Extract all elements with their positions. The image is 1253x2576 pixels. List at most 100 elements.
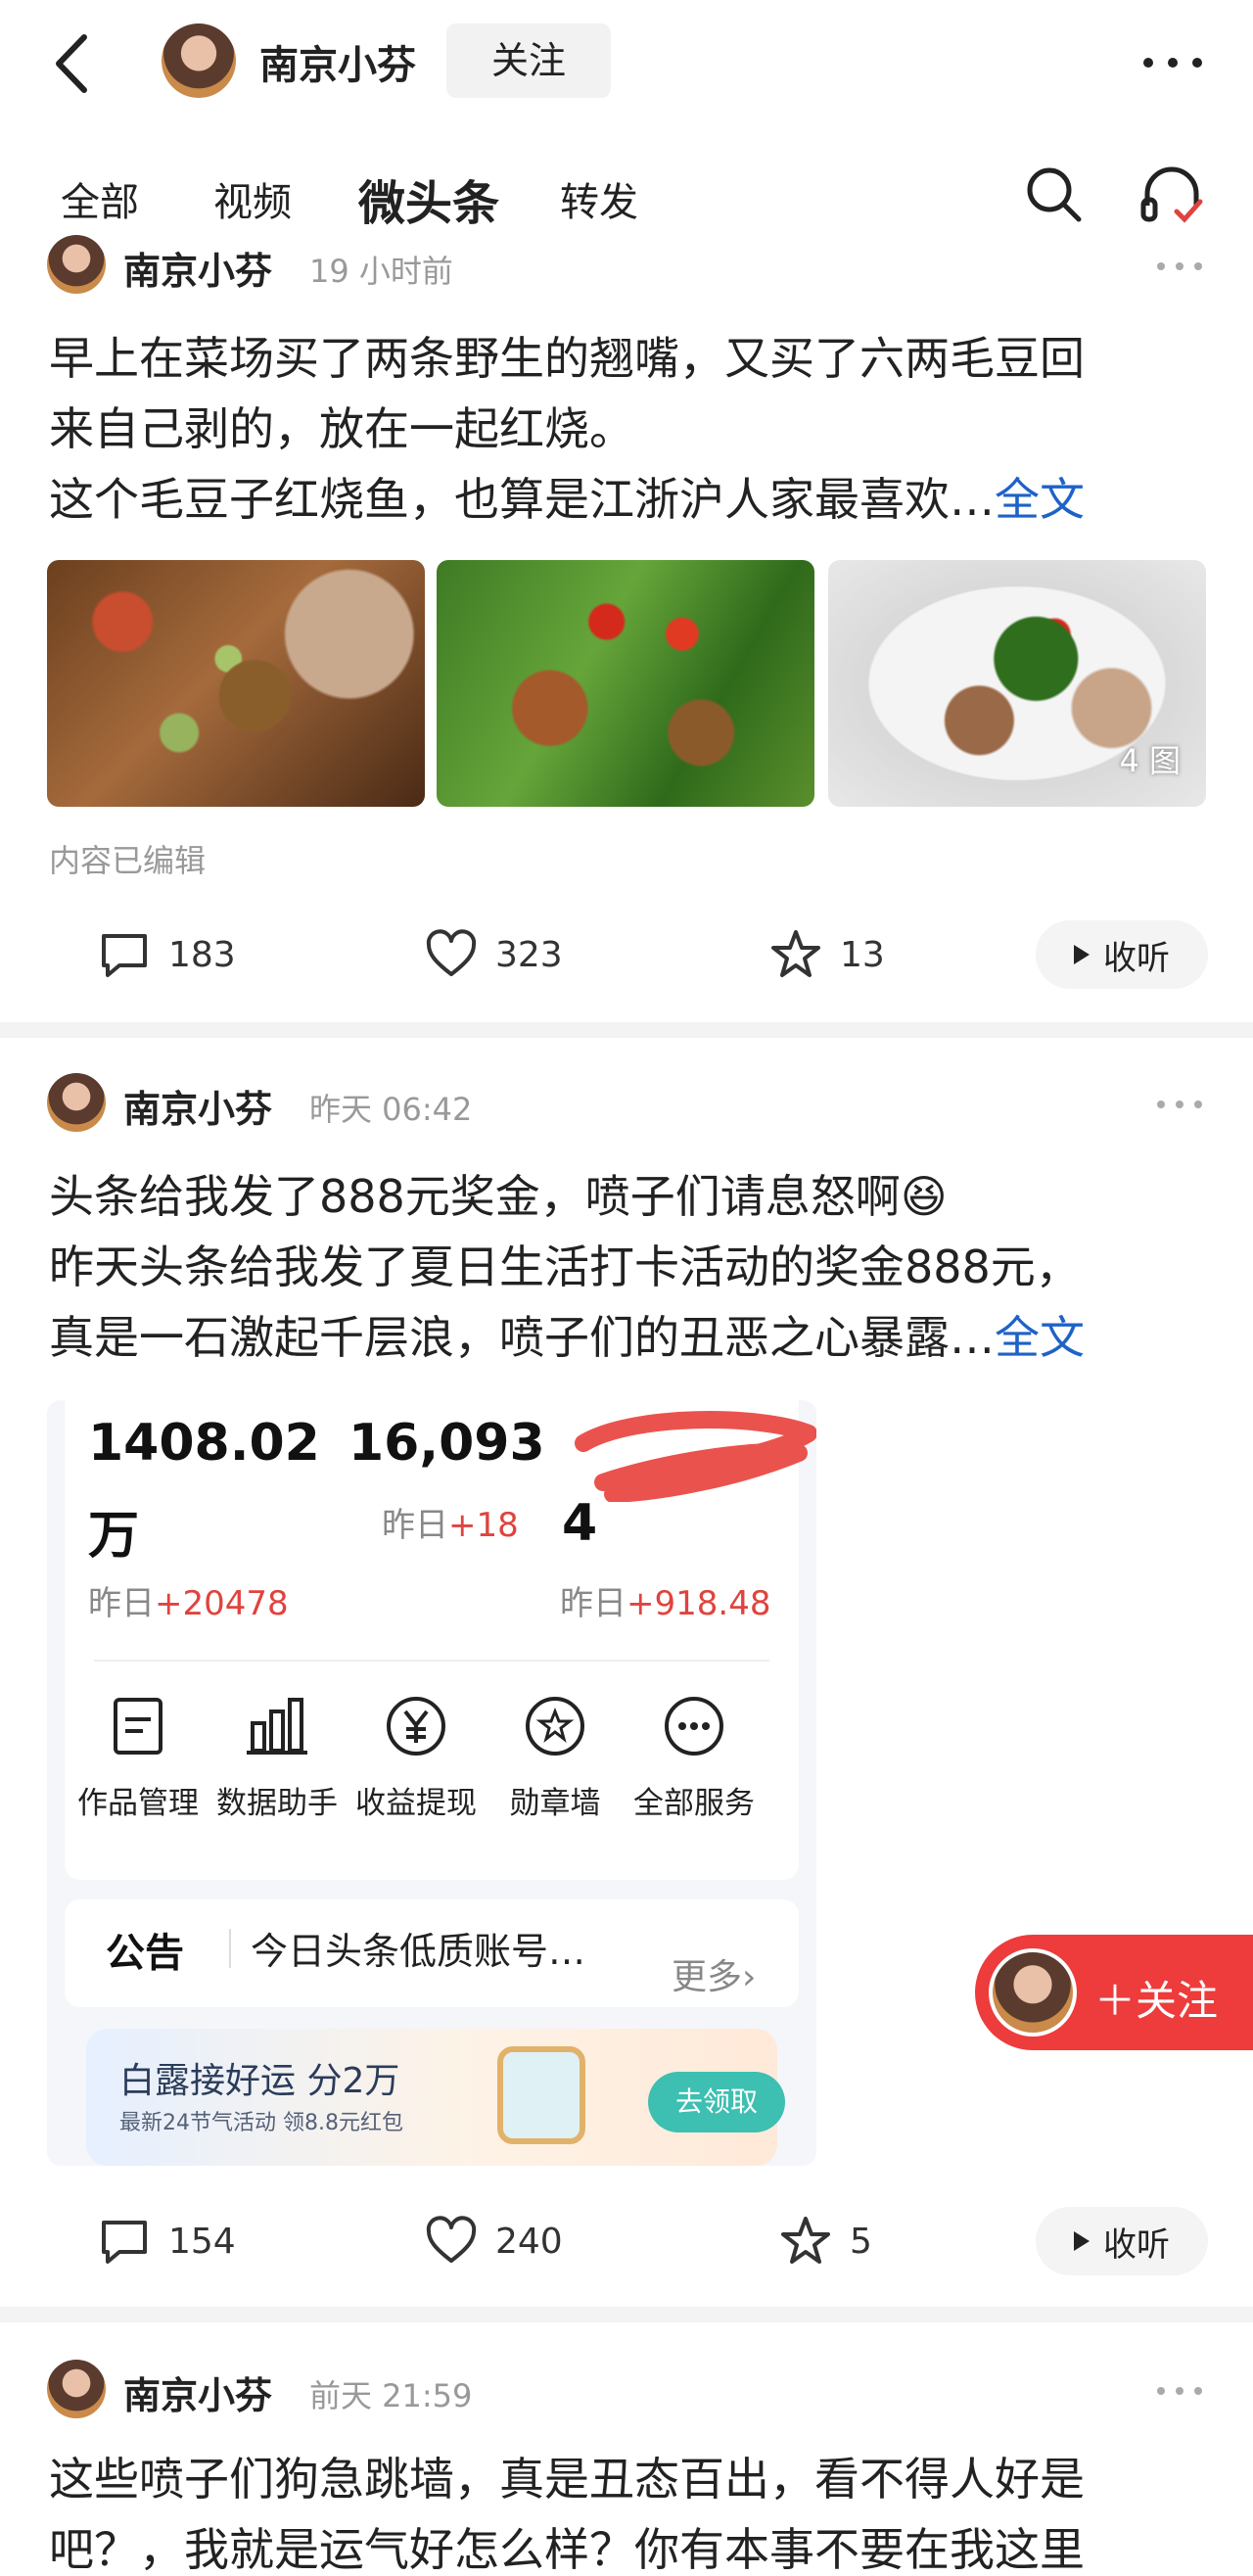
post-author-name[interactable]: 南京小芬 xyxy=(123,1079,272,1133)
post-author-avatar[interactable] xyxy=(47,2360,106,2418)
service-label: 作品管理 xyxy=(77,1786,199,1821)
post-more-icon[interactable] xyxy=(1155,2381,1204,2401)
heart-icon xyxy=(426,2216,477,2263)
stat-yesterday: 昨日+18 xyxy=(382,1506,519,1545)
post-more-icon[interactable] xyxy=(1155,257,1204,276)
service-works[interactable]: 作品管理 xyxy=(65,1694,211,1822)
service-label: 勋章墙 xyxy=(509,1786,601,1821)
tab-micro-headline[interactable]: 微头条 xyxy=(358,164,499,233)
post-actions: 154 240 5 收听 xyxy=(0,2207,1253,2275)
post-line: 真是一石激起千层浪，喷子们的丑恶之心暴露… xyxy=(49,1311,995,1364)
banner-subtitle: 最新24节气活动 领8.8元红包 xyxy=(119,2111,403,2135)
post-line: 早上在菜场买了两条野生的翘嘴，又买了六两毛豆回 xyxy=(49,332,1085,385)
more-icon xyxy=(665,1697,723,1756)
stat-value: 4 xyxy=(562,1494,598,1553)
favorite-button[interactable]: 5 xyxy=(779,2207,872,2275)
follow-label: ＋关注 xyxy=(1094,1977,1219,2025)
star-icon xyxy=(781,2217,830,2264)
search-icon[interactable] xyxy=(1024,164,1083,223)
stat-value: 16,093 xyxy=(348,1414,545,1473)
play-icon xyxy=(1074,945,1090,964)
stat-value: 万 xyxy=(88,1507,140,1566)
notice-label: 公告 xyxy=(106,1931,184,1976)
divider xyxy=(94,1660,769,1662)
document-icon xyxy=(114,1698,162,1755)
post-time: 昨天 06:42 xyxy=(309,1091,473,1128)
comment-icon xyxy=(102,2221,147,2264)
comment-button[interactable]: 183 xyxy=(98,920,236,989)
stat-yesterday: 昨日+918.48 xyxy=(560,1584,771,1623)
notice-text: 今日头条低质账号… xyxy=(251,1930,586,1973)
embedded-screenshot[interactable]: 1408.02 万 昨日+20478 16,093 昨日+18 4 昨日+918… xyxy=(47,1400,816,2166)
post-author-avatar[interactable] xyxy=(47,235,106,294)
tab-video[interactable]: 视频 xyxy=(213,170,292,227)
post-actions: 183 323 13 收听 xyxy=(0,920,1253,989)
service-data[interactable]: 数据助手 xyxy=(204,1694,350,1822)
post-line: 吧？，我就是运气好怎么样？你有本事不要在我这里 xyxy=(49,2523,1085,2576)
post-more-icon[interactable] xyxy=(1155,1095,1204,1114)
photo-dish-plate[interactable]: 4 图 xyxy=(828,560,1206,807)
tab-all[interactable]: 全部 xyxy=(61,170,139,227)
stat-value: 1408.02 xyxy=(88,1414,320,1473)
listen-button[interactable]: 收听 xyxy=(1036,920,1208,989)
service-all[interactable]: 全部服务 xyxy=(621,1694,767,1822)
floating-follow-button[interactable]: ＋关注 xyxy=(975,1935,1253,2050)
author-name[interactable]: 南京小芬 xyxy=(259,33,416,90)
post-author-name[interactable]: 南京小芬 xyxy=(123,241,272,295)
yuan-icon xyxy=(387,1697,445,1756)
heart-icon xyxy=(426,929,477,976)
comment-count: 154 xyxy=(168,2221,236,2262)
fulltext-link[interactable]: 全文 xyxy=(995,1311,1085,1364)
like-button[interactable]: 240 xyxy=(425,2207,563,2275)
divider xyxy=(229,1929,231,1968)
post-card: 南京小芬 前天 21:59 这些喷子们狗急跳墙，真是丑态百出，看不得人好是 吧？… xyxy=(0,2360,1253,2576)
like-button[interactable]: 323 xyxy=(425,920,563,989)
service-income[interactable]: 收益提现 xyxy=(343,1694,489,1822)
post-line: 昨天头条给我发了夏日生活打卡活动的奖金888元， xyxy=(49,1241,1081,1293)
post-divider xyxy=(0,1022,1253,1038)
headset-icon[interactable] xyxy=(1139,164,1204,225)
post-time: 19 小时前 xyxy=(309,253,453,290)
promo-banner[interactable]: 白露接好运 分2万 最新24节气活动 领8.8元红包 去领取 xyxy=(86,2029,785,2166)
photo-dish-cilantro[interactable] xyxy=(437,560,814,807)
post-line: 这个毛豆子红烧鱼，也算是江浙沪人家最喜欢… xyxy=(49,473,995,526)
notice-bar[interactable]: 公告 今日头条低质账号… 更多› xyxy=(65,1899,799,2007)
post-time: 前天 21:59 xyxy=(309,2377,473,2414)
comment-icon xyxy=(102,934,147,977)
post-line: 来自己剥的，放在一起红烧。 xyxy=(49,402,634,455)
post-text[interactable]: 头条给我发了888元奖金，喷子们请息怒啊😆 昨天头条给我发了夏日生活打卡活动的奖… xyxy=(49,1161,1204,1373)
favorite-button[interactable]: 13 xyxy=(769,920,885,989)
favorite-count: 13 xyxy=(840,934,885,975)
photo-fish-edamame[interactable] xyxy=(47,560,425,807)
top-bar: 南京小芬 关注 xyxy=(0,0,1253,127)
claim-button: 去领取 xyxy=(648,2072,785,2132)
star-icon xyxy=(771,930,820,977)
post-author-avatar[interactable] xyxy=(47,1073,106,1132)
like-count: 323 xyxy=(495,934,563,975)
listen-button[interactable]: 收听 xyxy=(1036,2207,1208,2275)
fulltext-link[interactable]: 全文 xyxy=(995,473,1085,526)
author-avatar xyxy=(989,1948,1077,2037)
service-label: 全部服务 xyxy=(633,1786,755,1821)
tab-repost[interactable]: 转发 xyxy=(560,170,638,227)
notice-more: 更多› xyxy=(672,1957,757,1997)
image-count-badge: 4 图 xyxy=(1119,742,1181,779)
medal-icon xyxy=(526,1697,584,1756)
bar-chart-icon xyxy=(247,1698,307,1755)
service-medals[interactable]: 勋章墙 xyxy=(482,1694,628,1822)
post-line: 这些喷子们狗急跳墙，真是丑态百出，看不得人好是 xyxy=(49,2453,1085,2506)
creator-stats-panel: 1408.02 万 昨日+20478 16,093 昨日+18 4 昨日+918… xyxy=(65,1400,816,1880)
back-arrow-icon[interactable] xyxy=(49,29,98,98)
gift-box-icon xyxy=(497,2046,585,2144)
more-options-icon[interactable] xyxy=(1138,43,1207,82)
listen-label: 收听 xyxy=(1103,938,1170,978)
follow-button[interactable]: 关注 xyxy=(446,23,611,98)
listen-label: 收听 xyxy=(1103,2225,1170,2265)
post-text[interactable]: 这些喷子们狗急跳墙，真是丑态百出，看不得人好是 吧？，我就是运气好怎么样？你有本… xyxy=(49,2444,1204,2576)
author-avatar[interactable] xyxy=(162,23,236,98)
comment-button[interactable]: 154 xyxy=(98,2207,236,2275)
comment-count: 183 xyxy=(168,934,236,975)
post-text[interactable]: 早上在菜场买了两条野生的翘嘴，又买了六两毛豆回 来自己剥的，放在一起红烧。 这个… xyxy=(49,323,1204,535)
like-count: 240 xyxy=(495,2221,563,2262)
post-author-name[interactable]: 南京小芬 xyxy=(123,2365,272,2419)
